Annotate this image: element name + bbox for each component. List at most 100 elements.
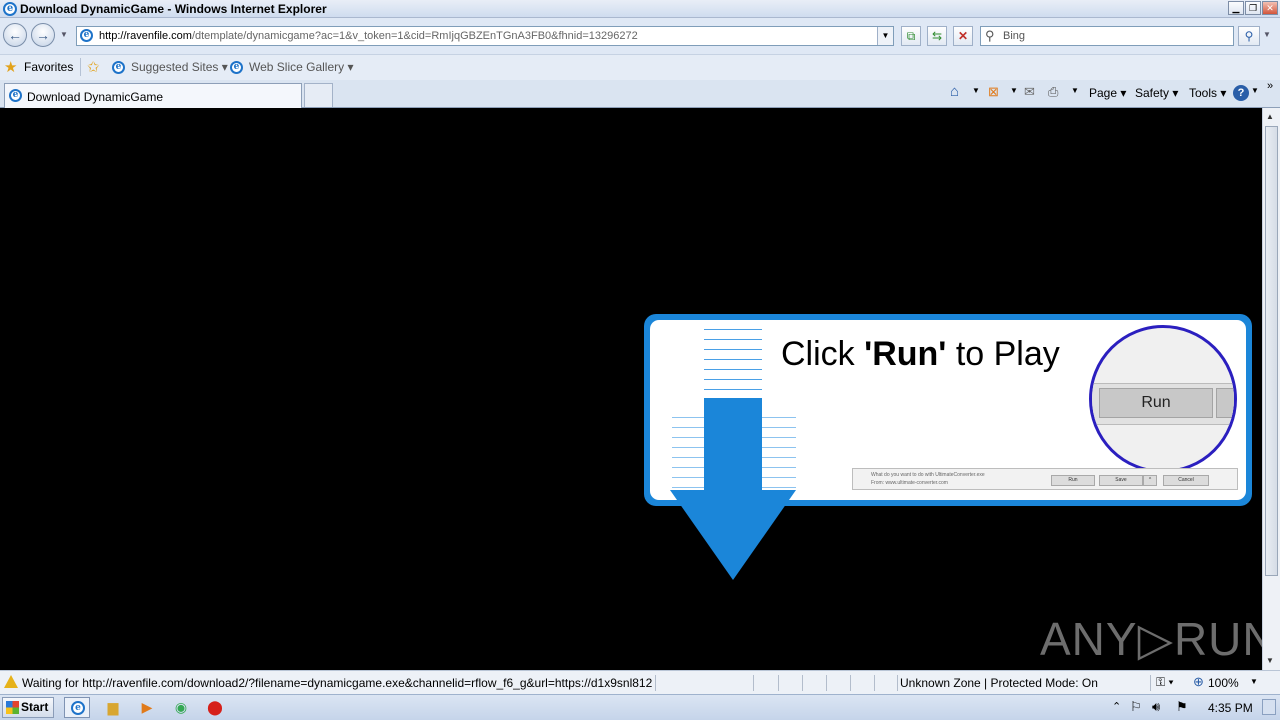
- chrome-icon[interactable]: ◉: [168, 697, 194, 718]
- anyrun-watermark: ANY▷RUN: [1040, 613, 1277, 665]
- security-zone: Unknown Zone | Protected Mode: On: [900, 676, 1098, 690]
- status-message: Waiting for http://ravenfile.com/downloa…: [22, 676, 652, 690]
- compatibility-view-icon[interactable]: ⧉: [901, 26, 921, 46]
- refresh-icon[interactable]: ⇆: [927, 26, 947, 46]
- favorites-button[interactable]: Favorites: [24, 60, 73, 74]
- scroll-thumb[interactable]: [1265, 126, 1278, 576]
- divider: [778, 675, 779, 691]
- favorites-bar: ★ Favorites ✩ e Suggested Sites ▾ e Web …: [0, 54, 1280, 80]
- clock[interactable]: 4:35 PM: [1208, 701, 1253, 715]
- divider: [1150, 675, 1151, 691]
- show-hidden-icons-icon[interactable]: ⌃: [1112, 700, 1121, 713]
- scroll-down-icon[interactable]: ▼: [1266, 656, 1274, 665]
- download-question: What do you want to do with UltimateConv…: [871, 472, 985, 478]
- page-menu-label: Page: [1089, 86, 1118, 100]
- zoom-level[interactable]: 100%: [1208, 676, 1239, 690]
- arrow-shaft-stripes: [704, 320, 762, 398]
- start-button[interactable]: Start: [2, 697, 54, 718]
- url-host: http://ravenfile.com: [99, 30, 192, 42]
- search-placeholder: Bing: [1003, 30, 1026, 42]
- close-window-button[interactable]: ✕: [1262, 1, 1278, 15]
- divider: [655, 675, 656, 691]
- web-slice-gallery-label: Web Slice Gallery: [249, 60, 345, 74]
- suggested-sites-icon: e: [112, 61, 125, 74]
- read-mail-icon[interactable]: ✉: [1024, 84, 1035, 100]
- status-bar: Waiting for http://ravenfile.com/downloa…: [0, 670, 1280, 694]
- windows-logo-icon: [6, 701, 19, 714]
- protected-mode-icon[interactable]: ⚿ ▾: [1156, 675, 1174, 690]
- favorites-star-icon: ★: [4, 59, 18, 76]
- start-label: Start: [21, 700, 49, 714]
- help-dropdown-icon[interactable]: ▼: [1251, 86, 1259, 95]
- headline-run: 'Run': [864, 335, 947, 373]
- action-center-icon[interactable]: ⚐: [1130, 699, 1142, 715]
- minimize-button[interactable]: ▁: [1228, 1, 1244, 15]
- safety-menu-label: Safety: [1135, 86, 1170, 100]
- tab-download-dynamicgame[interactable]: e Download DynamicGame: [4, 83, 302, 108]
- more-commands-icon[interactable]: »: [1267, 80, 1273, 92]
- run-zoom-circle: Run: [1089, 325, 1237, 473]
- new-tab-button[interactable]: [304, 83, 333, 107]
- restore-button[interactable]: ❐: [1245, 1, 1261, 15]
- search-input[interactable]: ⚲ Bing: [980, 26, 1234, 46]
- window-title: Download DynamicGame - Windows Internet …: [20, 2, 327, 16]
- web-slice-gallery-link[interactable]: Web Slice Gallery ▾: [249, 60, 354, 74]
- web-slice-icon: e: [230, 61, 243, 74]
- home-dropdown-icon[interactable]: ▼: [972, 86, 980, 95]
- print-dropdown-icon[interactable]: ▼: [1071, 86, 1079, 95]
- address-dropdown-icon[interactable]: ▼: [877, 27, 893, 45]
- taskbar-ie-icon[interactable]: e: [64, 697, 90, 718]
- divider: [802, 675, 803, 691]
- navigation-bar: ← → ▼ e http://ravenfile.com/dtemplate/d…: [0, 18, 1280, 54]
- download-prompt-image: What do you want to do with UltimateConv…: [852, 468, 1238, 490]
- zoom-run-button: Run: [1099, 388, 1213, 418]
- divider: [80, 58, 81, 76]
- taskbar: Start e ▆ ▶ ◉ ⬤ ⌃ ⚐ 🔊︎ ⚑ 4:35 PM: [0, 694, 1280, 720]
- feeds-dropdown-icon[interactable]: ▼: [1010, 86, 1018, 95]
- help-icon[interactable]: ?: [1233, 85, 1249, 101]
- safety-menu[interactable]: Safety ▾: [1135, 86, 1178, 100]
- scroll-up-icon[interactable]: ▲: [1266, 112, 1274, 121]
- media-player-icon[interactable]: ▶: [134, 697, 160, 718]
- home-icon[interactable]: ⌂: [950, 83, 959, 100]
- ie-logo-icon: e: [3, 2, 17, 16]
- divider: [826, 675, 827, 691]
- zoom-next-button: [1216, 388, 1234, 418]
- search-options-icon[interactable]: ▼: [1263, 30, 1271, 39]
- divider: [874, 675, 875, 691]
- search-engine-icon: ⚲: [985, 28, 995, 43]
- show-desktop-button[interactable]: [1262, 699, 1276, 715]
- suggested-sites-link[interactable]: Suggested Sites ▾: [131, 60, 228, 74]
- warning-icon: [4, 675, 18, 688]
- mini-save-dropdown-icon: ^: [1143, 475, 1157, 486]
- zoom-icon[interactable]: ⊕: [1193, 674, 1204, 690]
- ad-headline: Click 'Run' to Play: [781, 335, 1060, 374]
- feeds-icon[interactable]: ⊠: [988, 84, 999, 100]
- add-favorites-icon[interactable]: ✩: [87, 58, 100, 76]
- arrow-shaft-solid: [704, 398, 762, 500]
- tools-menu[interactable]: Tools ▾: [1189, 86, 1226, 100]
- zoom-dropdown-icon[interactable]: ▼: [1250, 677, 1258, 686]
- page-menu[interactable]: Page ▾: [1089, 86, 1126, 100]
- headline-post: to Play: [946, 335, 1060, 373]
- recent-pages-icon[interactable]: ▼: [60, 30, 68, 39]
- volume-icon[interactable]: 🔊︎: [1152, 699, 1160, 715]
- network-flag-icon[interactable]: ⚑: [1176, 699, 1188, 715]
- divider: [850, 675, 851, 691]
- divider: [753, 675, 754, 691]
- forward-button[interactable]: →: [31, 23, 55, 47]
- back-button[interactable]: ←: [3, 23, 27, 47]
- tab-bar: e Download DynamicGame ⌂ ▼ ⊠ ▼ ✉ ⎙ ▼ Pag…: [0, 80, 1280, 108]
- explorer-folder-icon[interactable]: ▆: [100, 697, 126, 718]
- address-bar[interactable]: e http://ravenfile.com/dtemplate/dynamic…: [76, 26, 894, 46]
- url-path: /dtemplate/dynamicgame?ac=1&v_token=1&ci…: [191, 30, 638, 42]
- title-bar: e Download DynamicGame - Windows Interne…: [0, 0, 1280, 18]
- search-button[interactable]: ⚲: [1238, 26, 1260, 46]
- print-icon[interactable]: ⎙: [1048, 84, 1058, 100]
- vertical-scrollbar[interactable]: ▲ ▼: [1262, 108, 1280, 670]
- opera-icon[interactable]: ⬤: [202, 697, 228, 718]
- mini-run-button: Run: [1051, 475, 1095, 486]
- address-url: http://ravenfile.com/dtemplate/dynamicga…: [99, 30, 638, 42]
- stop-icon[interactable]: ✕: [953, 26, 973, 46]
- divider: [897, 675, 898, 691]
